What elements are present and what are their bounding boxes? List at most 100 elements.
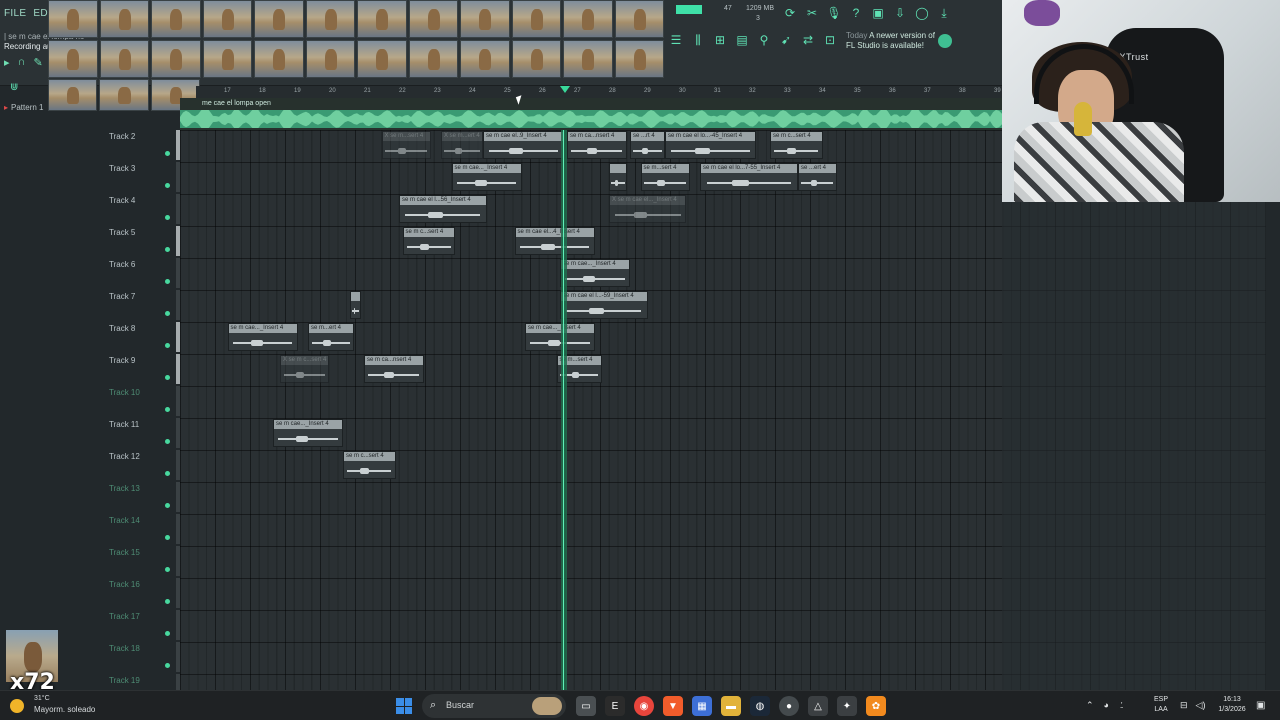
fl-studio-icon[interactable]: ✿ bbox=[866, 696, 886, 716]
track-mute-led-icon[interactable] bbox=[165, 471, 170, 476]
news-icon[interactable] bbox=[938, 34, 952, 48]
weather-desc[interactable]: Mayorm. soleado bbox=[34, 705, 95, 714]
track-name[interactable]: Track 18 bbox=[109, 644, 140, 653]
audio-clip[interactable]: X se m cae el..._Insert 4 bbox=[609, 195, 686, 223]
timeline-ruler[interactable]: 17 18 19 20 21 22 23 24 25 26 27 28 29 30 31 32 33 34 35 36… bbox=[196, 86, 1002, 98]
app-icon[interactable]: ✦ bbox=[837, 696, 857, 716]
track-name[interactable]: Track 16 bbox=[109, 580, 140, 589]
audio-clip[interactable]: se m cae..._Insert 4 bbox=[525, 323, 595, 351]
audio-clip[interactable]: se m cae el lo...7-55_Insert 4 bbox=[700, 163, 798, 191]
steam-icon[interactable]: ◍ bbox=[750, 696, 770, 716]
track-mute-led-icon[interactable] bbox=[165, 375, 170, 380]
news-panel[interactable]: Today A newer version of FL Studio is av… bbox=[846, 31, 935, 51]
epic-games-icon[interactable]: E bbox=[605, 696, 625, 716]
microphone-icon[interactable]: 🎙 bbox=[826, 5, 842, 21]
file-explorer-icon[interactable]: ▬ bbox=[721, 696, 741, 716]
audio-clip[interactable]: se m cae el l...56_Insert 4 bbox=[399, 195, 487, 223]
audio-clip[interactable] bbox=[609, 163, 627, 191]
weather-temp[interactable]: 31°C bbox=[34, 695, 50, 702]
plugin-icon[interactable]: ⚲ bbox=[756, 32, 772, 48]
chevron-up-icon[interactable]: ⌃ bbox=[1086, 700, 1094, 711]
track-row[interactable]: Track 9 bbox=[0, 354, 180, 386]
track-mute-led-icon[interactable] bbox=[165, 631, 170, 636]
refresh-icon[interactable]: ⟳ bbox=[782, 5, 798, 21]
track-name[interactable]: Track 14 bbox=[109, 516, 140, 525]
track-row[interactable]: Track 4 bbox=[0, 194, 180, 226]
track-mute-led-icon[interactable] bbox=[165, 215, 170, 220]
track-name[interactable]: Track 5 bbox=[109, 228, 135, 237]
track-mute-led-icon[interactable] bbox=[165, 439, 170, 444]
search-box[interactable]: ⌕ Buscar bbox=[422, 694, 566, 718]
track-row[interactable]: Track 14 bbox=[0, 514, 180, 546]
mic-tray-icon[interactable]: ⍘ bbox=[1119, 700, 1124, 711]
track-row[interactable]: Track 10 bbox=[0, 386, 180, 418]
track-mute-led-icon[interactable] bbox=[165, 503, 170, 508]
language-indicator[interactable]: ESP LAA bbox=[1154, 695, 1168, 715]
audio-clip[interactable]: X se m c...sert 4 bbox=[280, 355, 329, 383]
audio-clip-track[interactable]: me cae el lompa open bbox=[180, 98, 1002, 130]
browser-icon[interactable]: ➹ bbox=[778, 32, 794, 48]
save-icon[interactable]: ▣ bbox=[870, 5, 886, 21]
cut-icon[interactable]: ✂ bbox=[804, 5, 820, 21]
audio-clip[interactable]: se m cae..._Insert 4 bbox=[273, 419, 343, 447]
track-mute-led-icon[interactable] bbox=[165, 535, 170, 540]
track-row[interactable]: Track 2 bbox=[0, 130, 180, 162]
menu-file[interactable]: FILE bbox=[4, 8, 26, 19]
export-icon[interactable]: ⇩ bbox=[892, 5, 908, 21]
chrome-icon[interactable]: ◉ bbox=[634, 696, 654, 716]
audio-clip[interactable]: se m cae el..9_Insert 4 bbox=[483, 131, 564, 159]
notification-icon[interactable]: ▣ bbox=[1256, 700, 1265, 711]
track-row[interactable]: Track 11 bbox=[0, 418, 180, 450]
audio-clip[interactable]: se m cae el lo...-45_Insert 4 bbox=[665, 131, 756, 159]
track-name[interactable]: Track 10 bbox=[109, 388, 140, 397]
link-icon[interactable]: ⇄ bbox=[800, 32, 816, 48]
track-name[interactable]: Track 4 bbox=[109, 196, 135, 205]
track-mute-led-icon[interactable] bbox=[165, 247, 170, 252]
audio-clip[interactable]: se m c...sert 4 bbox=[343, 451, 396, 479]
pencil-icon[interactable]: ✎ bbox=[33, 56, 42, 69]
audio-clip[interactable]: se ...rt 4 bbox=[630, 131, 665, 159]
playlist-icon[interactable]: ☰ bbox=[668, 32, 684, 48]
audio-clip[interactable]: X se m...ert 4 bbox=[441, 131, 483, 159]
magnet-icon[interactable]: ∩ bbox=[18, 56, 26, 69]
track-mute-led-icon[interactable] bbox=[165, 151, 170, 156]
audio-clip[interactable] bbox=[350, 291, 361, 319]
piano-roll-icon[interactable]: ▤ bbox=[734, 32, 750, 48]
track-mute-led-icon[interactable] bbox=[165, 183, 170, 188]
audio-clip[interactable]: se m...ert 4 bbox=[308, 323, 354, 351]
audio-clip[interactable]: se m cae..._Insert 4 bbox=[451, 163, 522, 191]
track-row[interactable]: Track 12 bbox=[0, 450, 180, 482]
track-row[interactable]: Track 7 bbox=[0, 290, 180, 322]
track-mute-led-icon[interactable] bbox=[165, 567, 170, 572]
track-name[interactable]: Track 17 bbox=[109, 612, 140, 621]
discord-icon[interactable]: ◕ bbox=[1104, 700, 1109, 711]
track-mute-led-icon[interactable] bbox=[165, 599, 170, 604]
track-name[interactable]: Track 8 bbox=[109, 324, 135, 333]
chat-icon[interactable]: ◯ bbox=[914, 5, 930, 21]
track-mute-led-icon[interactable] bbox=[165, 343, 170, 348]
clock[interactable]: 16:13 1/3/2026 bbox=[1214, 695, 1250, 715]
audio-clip[interactable]: se m cae..._Insert 4 bbox=[227, 323, 298, 351]
track-name[interactable]: Track 11 bbox=[109, 420, 139, 429]
playhead-marker-icon[interactable] bbox=[560, 86, 570, 93]
track-row[interactable]: Track 3 bbox=[0, 162, 180, 194]
track-name[interactable]: Track 3 bbox=[109, 164, 135, 173]
audio-clip[interactable]: se m ca...nsert 4 bbox=[567, 131, 627, 159]
network-icon[interactable]: ⊟ bbox=[1180, 700, 1188, 711]
track-name[interactable]: Track 13 bbox=[109, 484, 140, 493]
track-name[interactable]: Track 6 bbox=[109, 260, 135, 269]
track-row[interactable]: Track 6 bbox=[0, 258, 180, 290]
start-button[interactable] bbox=[396, 698, 412, 714]
track-row[interactable]: Track 5 bbox=[0, 226, 180, 258]
audio-clip[interactable]: se m c...sert 4 bbox=[770, 131, 823, 159]
audio-clip[interactable]: se m c...sert 4 bbox=[402, 227, 455, 255]
pattern-selector[interactable]: ▸ Pattern 1 bbox=[0, 100, 110, 116]
volume-icon[interactable]: ◁) bbox=[1196, 700, 1206, 711]
track-name[interactable]: Track 19 bbox=[109, 676, 140, 685]
audio-clip[interactable]: se ...ert 4 bbox=[798, 163, 837, 191]
track-mute-led-icon[interactable] bbox=[165, 311, 170, 316]
track-mute-led-icon[interactable] bbox=[165, 279, 170, 284]
audio-clip[interactable]: se m cae el l...-59_Insert 4 bbox=[560, 291, 648, 319]
audio-clip[interactable]: se m ca...nsert 4 bbox=[364, 355, 424, 383]
store-icon[interactable]: ▦ bbox=[692, 696, 712, 716]
